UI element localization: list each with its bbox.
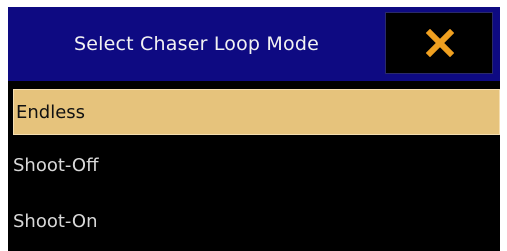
option-label: Shoot-Off [13,155,99,176]
dialog-title: Select Chaser Loop Mode [73,33,319,55]
close-x-icon [426,29,454,57]
loop-mode-dialog: Select Chaser Loop Mode Endless Shoot-Of… [8,7,500,251]
close-button[interactable] [385,12,493,74]
option-label: Endless [16,102,86,123]
option-shoot-on[interactable]: Shoot-On [13,199,500,245]
option-label: Shoot-On [13,211,98,232]
dialog-titlebar: Select Chaser Loop Mode [8,7,500,81]
option-endless[interactable]: Endless [13,89,500,135]
option-shoot-off[interactable]: Shoot-Off [13,143,500,189]
